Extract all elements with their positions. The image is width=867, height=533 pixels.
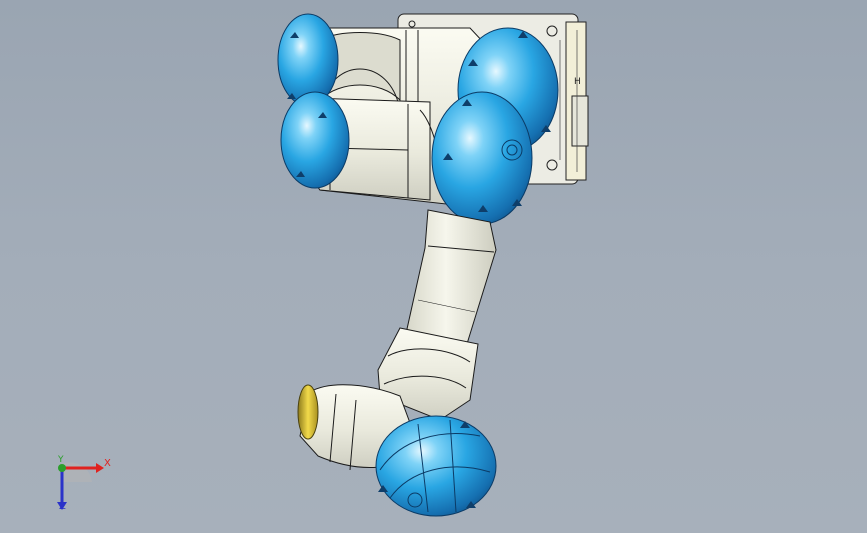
joint-cap-shoulder-front[interactable] xyxy=(431,91,533,225)
joint-cap-base-left[interactable] xyxy=(277,13,339,107)
y-axis-label: Y xyxy=(58,455,64,465)
joint-cap-shoulder-left[interactable] xyxy=(280,91,350,189)
graphics-viewport[interactable]: H X Y Z xyxy=(0,0,867,533)
z-axis-label: Z xyxy=(59,501,66,512)
svg-text:H: H xyxy=(574,77,581,87)
joint-cap-wrist[interactable] xyxy=(375,415,497,517)
x-axis-arrowhead xyxy=(96,463,104,473)
x-axis-label: X xyxy=(104,458,111,469)
y-axis-dot xyxy=(58,464,66,472)
robot-arm-model[interactable]: H xyxy=(0,0,867,533)
